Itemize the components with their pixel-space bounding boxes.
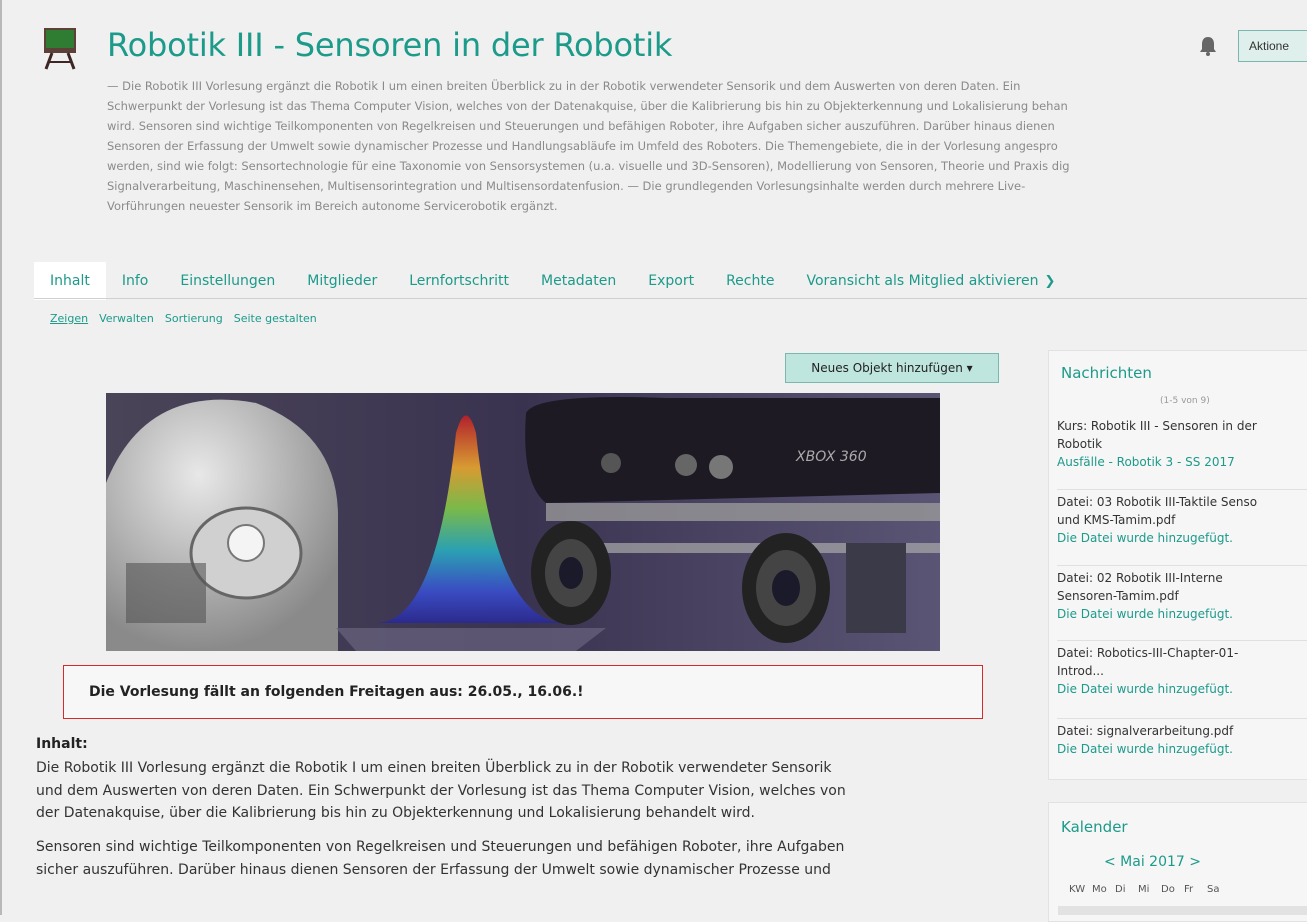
news-title: Nachrichten (1061, 364, 1152, 382)
sub-tabs: Zeigen Verwalten Sortierung Seite gestal… (50, 312, 317, 325)
add-object-button[interactable]: Neues Objekt hinzufügen ▾ (785, 353, 999, 383)
calendar-day-headers: KW Mo Di Mi Do Fr Sa (1069, 884, 1230, 895)
news-item[interactable]: Datei: signalverarbeitung.pdf Die Datei … (1057, 722, 1307, 758)
subtab-verwalten[interactable]: Verwalten (99, 312, 154, 325)
news-item[interactable]: Datei: Robotics-III-Chapter-01- Introd..… (1057, 644, 1307, 698)
news-item-title: Datei: 03 Robotik III-Taktile Senso (1057, 495, 1258, 509)
description-line: Signalverarbeitung, Maschinensehen, Mult… (107, 179, 1026, 193)
content-paragraph-2: Sensoren sind wichtige Teilkomponenten v… (36, 836, 1011, 881)
news-item-subtitle: Ausfälle - Robotik 3 - SS 2017 (1057, 455, 1235, 469)
subtab-sortierung[interactable]: Sortierung (165, 312, 223, 325)
calendar-day-header: Mi (1138, 884, 1150, 895)
news-item-subtitle: Die Datei wurde hinzugefügt. (1057, 607, 1233, 621)
content-line: sicher auszuführen. Darüber hinaus diene… (36, 861, 831, 878)
main-tabs: Inhalt Info Einstellungen Mitglieder Ler… (34, 262, 1071, 300)
bell-icon[interactable] (1198, 35, 1218, 57)
page-title: Robotik III - Sensoren in der Robotik (107, 26, 673, 64)
subtab-zeigen[interactable]: Zeigen (50, 312, 88, 325)
course-header: Robotik III - Sensoren in der Robotik Ak… (0, 0, 1307, 300)
banner-xbox-label: XBOX 360 (795, 449, 867, 465)
course-description: — Die Robotik III Vorlesung ergänzt die … (107, 76, 1307, 216)
news-item[interactable]: Kurs: Robotik III - Sensoren in der Robo… (1057, 417, 1307, 471)
news-item-title: Datei: 02 Robotik III-Interne (1057, 571, 1223, 585)
news-item-title: Sensoren-Tamim.pdf (1057, 589, 1179, 603)
calendar-day-header: Sa (1207, 884, 1220, 895)
tab-metadaten[interactable]: Metadaten (525, 262, 632, 298)
actions-button[interactable]: Aktione (1238, 30, 1307, 62)
calendar-day-header: Fr (1184, 884, 1194, 895)
news-item[interactable]: Datei: 03 Robotik III-Taktile Senso und … (1057, 493, 1307, 547)
subtab-seite-gestalten[interactable]: Seite gestalten (234, 312, 317, 325)
content-line: Sensoren sind wichtige Teilkomponenten v… (36, 839, 845, 855)
news-divider (1057, 640, 1307, 641)
news-item-title: Robotik (1057, 437, 1103, 451)
news-item-title: Datei: Robotics-III-Chapter-01- (1057, 646, 1239, 660)
calendar-month-nav[interactable]: < Mai 2017 > (1104, 854, 1201, 870)
calendar-week-row (1058, 906, 1307, 915)
calendar-day-header: KW (1069, 884, 1086, 895)
news-item-subtitle: Die Datei wurde hinzugefügt. (1057, 682, 1233, 696)
news-item-title: und KMS-Tamim.pdf (1057, 513, 1176, 527)
caret-down-icon: ▾ (966, 361, 973, 375)
news-item[interactable]: Datei: 02 Robotik III-Interne Sensoren-T… (1057, 569, 1307, 623)
content-line: Die Robotik III Vorlesung ergänzt die Ro… (36, 760, 832, 776)
add-object-label: Neues Objekt hinzufügen (811, 361, 963, 375)
calendar-day-header: Mo (1092, 884, 1107, 895)
content-heading: Inhalt: (36, 736, 88, 752)
news-item-title: Introd... (1057, 664, 1104, 678)
content-line: der Datenakquise, über die Kalibrierung … (36, 805, 755, 821)
description-line: Sensoren der Erfassung der Umwelt sowie … (107, 139, 1058, 153)
tab-mitglieder[interactable]: Mitglieder (291, 262, 393, 298)
description-line: werden, sind wie folgt: Sensortechnologi… (107, 159, 1070, 173)
calendar-title: Kalender (1061, 818, 1128, 836)
content-paragraph-1: Die Robotik III Vorlesung ergänzt die Ro… (36, 757, 1011, 825)
description-line: Schwerpunkt der Vorlesung ist das Thema … (107, 99, 1068, 113)
tab-einstellungen[interactable]: Einstellungen (164, 262, 291, 298)
news-divider (1057, 565, 1307, 566)
news-item-title: Datei: signalverarbeitung.pdf (1057, 724, 1234, 738)
tab-rechte[interactable]: Rechte (710, 262, 790, 298)
news-divider (1057, 489, 1307, 490)
tab-info[interactable]: Info (106, 262, 165, 298)
description-line: wird. Sensoren sind wichtige Teilkompone… (107, 119, 1055, 133)
description-line: — Die Robotik III Vorlesung ergänzt die … (107, 79, 1021, 93)
tab-inhalt[interactable]: Inhalt (34, 262, 106, 300)
cancellation-notice: Die Vorlesung fällt an folgenden Freitag… (63, 665, 983, 719)
board-icon (44, 28, 76, 70)
calendar-day-header: Do (1161, 884, 1175, 895)
tabs-divider (34, 298, 1307, 299)
calendar-day-header: Di (1115, 884, 1126, 895)
tab-export[interactable]: Export (632, 262, 710, 298)
news-item-subtitle: Die Datei wurde hinzugefügt. (1057, 742, 1233, 756)
course-banner-image: XBOX 360 (106, 393, 940, 651)
chevron-right-icon: ❯ (1044, 274, 1056, 289)
content-line: und dem Auswerten von deren Daten. Ein S… (36, 782, 846, 799)
tab-preview-label: Voransicht als Mitglied aktivieren (806, 273, 1039, 289)
news-count[interactable]: (1-5 von 9) (1160, 396, 1210, 406)
tab-preview-as-member[interactable]: Voransicht als Mitglied aktivieren ❯ (790, 262, 1071, 298)
news-divider (1057, 718, 1307, 719)
tab-lernfortschritt[interactable]: Lernfortschritt (393, 262, 525, 298)
description-line: Vorführungen neuester Sensorik im Bereic… (107, 199, 558, 213)
news-item-subtitle: Die Datei wurde hinzugefügt. (1057, 531, 1233, 545)
news-item-title: Kurs: Robotik III - Sensoren in der (1057, 419, 1257, 433)
